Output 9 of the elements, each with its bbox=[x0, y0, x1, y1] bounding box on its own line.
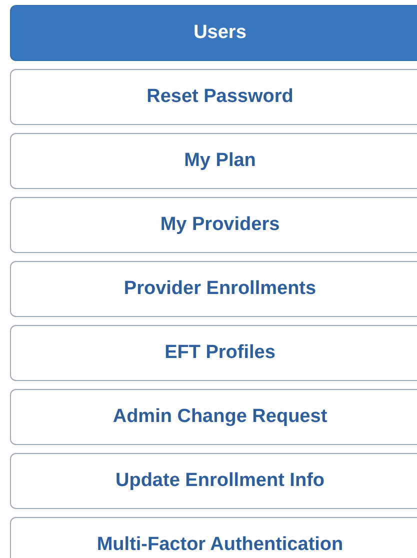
menu-item[interactable]: Provider Enrollments bbox=[10, 261, 417, 317]
menu-item[interactable]: EFT Profiles bbox=[10, 325, 417, 381]
menu-item[interactable]: Admin Change Request bbox=[10, 389, 417, 445]
menu-item[interactable]: Reset Password bbox=[10, 69, 417, 125]
menu-item[interactable]: Multi-Factor Authentication bbox=[10, 517, 417, 558]
menu-item[interactable]: Users bbox=[10, 5, 417, 61]
menu-item[interactable]: My Providers bbox=[10, 197, 417, 253]
menu-item[interactable]: Update Enrollment Info bbox=[10, 453, 417, 509]
menu-item[interactable]: My Plan bbox=[10, 133, 417, 189]
